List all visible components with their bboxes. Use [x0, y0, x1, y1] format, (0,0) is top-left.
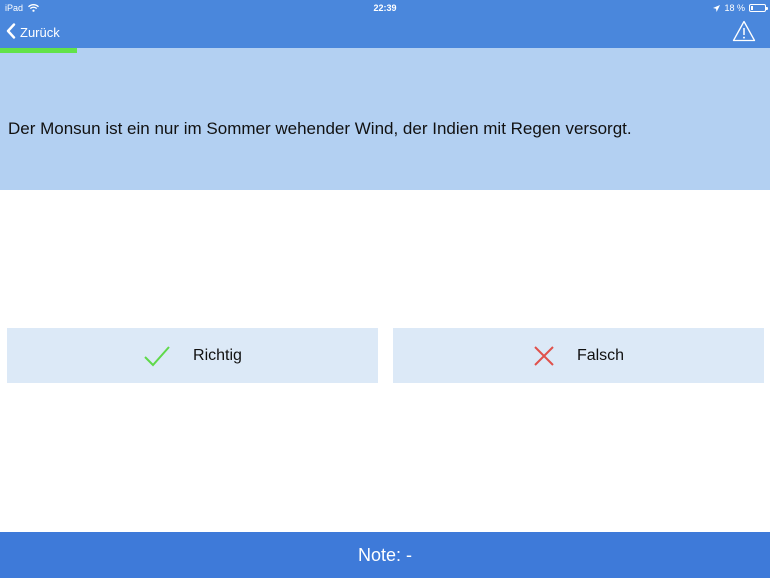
answer-false-button[interactable]: Falsch	[393, 328, 764, 383]
answer-true-label: Richtig	[193, 346, 242, 364]
warning-triangle-icon	[732, 20, 756, 46]
grade-footer: Note: -	[0, 532, 770, 578]
battery-icon	[749, 4, 768, 12]
battery-level	[751, 6, 753, 10]
answer-true-button[interactable]: Richtig	[7, 328, 378, 383]
cross-icon	[533, 345, 555, 367]
back-button[interactable]: Zurück	[6, 22, 60, 42]
question-text: Der Monsun ist ein nur im Sommer wehende…	[8, 119, 632, 138]
grade-text: Note: -	[357, 544, 413, 565]
chevron-left-icon	[6, 22, 16, 42]
checkmark-icon	[143, 345, 171, 367]
quiz-screen: iPad 22:39 18 % Zurück Der Monsun ist ei…	[0, 0, 770, 578]
report-problem-button[interactable]	[732, 20, 756, 42]
battery-percent: 18 %	[724, 3, 745, 13]
question-panel: Der Monsun ist ein nur im Sommer wehende…	[0, 53, 770, 190]
back-label: Zurück	[20, 24, 60, 40]
status-time: 22:39	[373, 3, 397, 13]
status-bar: iPad 22:39 18 %	[0, 0, 770, 16]
status-right: 18 %	[713, 0, 768, 16]
answer-false-label: Falsch	[576, 346, 625, 364]
location-arrow-icon	[713, 4, 721, 12]
navigation-bar: Zurück	[0, 16, 770, 48]
